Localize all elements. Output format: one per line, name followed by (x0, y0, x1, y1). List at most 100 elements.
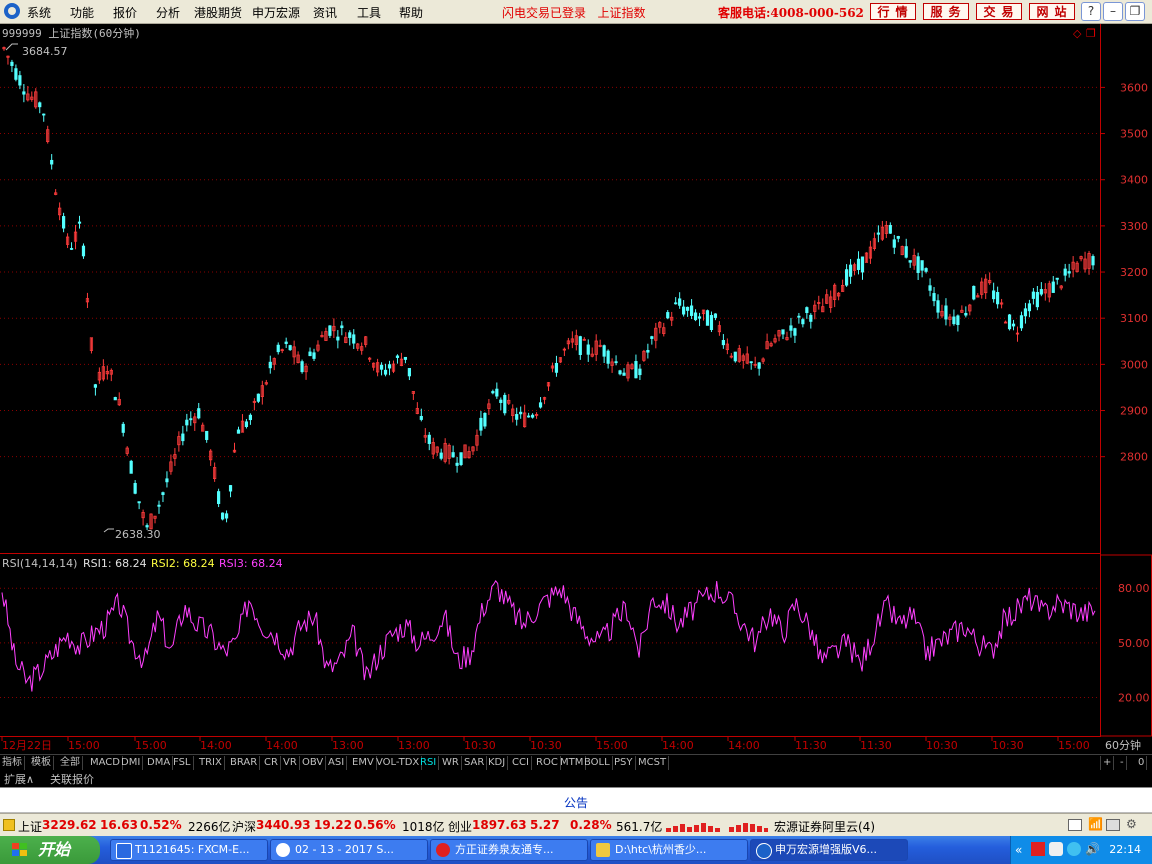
tray-volume-icon[interactable]: 🔊 (1085, 842, 1100, 856)
candle-body (801, 319, 805, 325)
candle-body (1055, 277, 1059, 280)
candle-body (483, 412, 487, 427)
menu-help[interactable]: 帮助 (399, 4, 423, 21)
indicator-tab-模板[interactable]: 模板 (29, 756, 54, 770)
candle-body (495, 388, 499, 397)
menu-system[interactable]: 系统 (27, 4, 51, 21)
indicator-tab-brar[interactable]: BRAR (228, 756, 261, 770)
app-logo-icon[interactable] (4, 3, 20, 19)
price-chart[interactable]: 999999 上证指数(60分钟) 3684.57 2638.30 ◇ ❐ (0, 24, 1100, 554)
hs-volume: 1018亿 (402, 820, 445, 834)
indicator-tab-全部[interactable]: 全部 (58, 756, 83, 770)
candle-body (789, 325, 793, 331)
indicator-tab-dma[interactable]: DMA (145, 756, 174, 770)
task-swhy[interactable]: 申万宏源增强版V6... (750, 839, 908, 861)
menu-swhy[interactable]: 申万宏源 (252, 4, 300, 21)
indicator-tab-kdj[interactable]: KDJ (486, 756, 509, 770)
related-quotes-tab[interactable]: 关联报价 (50, 771, 94, 787)
indicator-tab-boll[interactable]: BOLL (582, 756, 613, 770)
candle-body (403, 356, 408, 360)
candle-body (682, 306, 686, 315)
task-fxcm[interactable]: T1121645: FXCM-E... (110, 839, 268, 861)
candle-body (606, 350, 610, 364)
announcement-label[interactable]: 公告 (0, 794, 1152, 811)
indicator-tab-psy[interactable]: PSY (612, 756, 636, 770)
indicator-tab-vr[interactable]: VR (281, 756, 300, 770)
service-hotline: 客服电话:4008-000-562 (718, 6, 864, 20)
minimize-icon[interactable]: – (1103, 2, 1123, 21)
help-icon[interactable]: ? (1081, 2, 1101, 21)
menu-function[interactable]: 功能 (70, 4, 94, 21)
nav-service-button[interactable]: 服务 (923, 3, 969, 20)
indicator-tab-wr[interactable]: WR (440, 756, 462, 770)
nav-market-button[interactable]: 行情 (870, 3, 916, 20)
nav-website-button[interactable]: 网站 (1029, 3, 1075, 20)
indicator-tab-fsl[interactable]: FSL (171, 756, 194, 770)
rsi-chart[interactable]: RSI(14,14,14) RSI1: 68.24 RSI2: 68.24 RS… (0, 554, 1100, 737)
indicator-tab-obv[interactable]: OBV (300, 756, 327, 770)
announcement-bar[interactable]: 公告 (0, 787, 1152, 813)
task-founder[interactable]: 方正证券泉友通专... (430, 839, 588, 861)
server-name[interactable]: 宏源证券阿里云(4) (774, 818, 875, 835)
candle-body (805, 307, 809, 314)
tray-qq-icon[interactable] (1067, 842, 1081, 856)
diamond-icon[interactable]: ◇ (1073, 27, 1082, 40)
indicator-tab-roc[interactable]: ROC (534, 756, 561, 770)
candle-body (379, 364, 384, 370)
indicator-tab-sar[interactable]: SAR (462, 756, 488, 770)
tray-arrow-icon[interactable]: « (1015, 843, 1022, 857)
zoom-in-button[interactable]: + (1100, 756, 1115, 770)
rsi-axis-ticks: 80.00 50.00 20.00 (1118, 582, 1150, 704)
expand-tab[interactable]: 扩展∧ (4, 771, 34, 787)
indicator-tab-cci[interactable]: CCI (510, 756, 532, 770)
candle-body (519, 411, 523, 415)
candle-body (236, 429, 241, 434)
signal-icon[interactable]: 📶 (1088, 817, 1103, 831)
candle-body (14, 68, 18, 80)
zoom-reset-button[interactable]: 0 (1136, 756, 1148, 770)
hs-change: 19.22 (314, 818, 352, 832)
indicator-tab-macd[interactable]: MACD (88, 756, 123, 770)
screen-icon[interactable] (1106, 819, 1120, 831)
task-video[interactable]: 02 - 13 - 2017 S... (270, 839, 428, 861)
breadth-bar (743, 823, 748, 832)
candle-body (996, 292, 1000, 305)
period-label[interactable]: 60分钟 (1105, 738, 1141, 752)
indicator-tab-cr[interactable]: CR (262, 756, 281, 770)
window-toggle-icon[interactable]: ❐ (1086, 27, 1096, 40)
tray-app-icon[interactable] (1031, 842, 1045, 856)
tray-network-icon[interactable] (1049, 842, 1063, 856)
candle-body (956, 315, 960, 325)
candle-body (451, 452, 455, 458)
flash-trade-status[interactable]: 闪电交易已登录 上证指数 (502, 4, 645, 21)
candle-body (554, 362, 559, 373)
menu-analysis[interactable]: 分析 (156, 4, 180, 21)
zoom-out-button[interactable]: - (1118, 756, 1127, 770)
indicator-tab-mcst[interactable]: MCST (636, 756, 670, 770)
indicator-tab-指标[interactable]: 指标 (0, 756, 25, 770)
start-button[interactable]: 开始 (0, 836, 100, 864)
restore-icon[interactable]: ❐ (1125, 2, 1145, 21)
menu-quote[interactable]: 报价 (113, 4, 137, 21)
time-label: 10:30 (926, 739, 958, 752)
indicator-tab-asi[interactable]: ASI (326, 756, 348, 770)
lock-icon[interactable] (3, 819, 15, 831)
rsi-line (1, 580, 1096, 692)
indicator-tab-rsi[interactable]: RSI (418, 756, 440, 770)
notepad-icon[interactable] (1068, 819, 1082, 831)
nav-trade-button[interactable]: 交易 (976, 3, 1022, 20)
candle-body (793, 328, 797, 336)
indicator-tab-trix[interactable]: TRIX (197, 756, 225, 770)
indicator-tab-vol-tdx[interactable]: VOL-TDX (374, 756, 423, 770)
task-folder[interactable]: D:\htc\杭州香少... (590, 839, 748, 861)
candle-body (383, 369, 388, 375)
windows-logo-icon (12, 843, 27, 856)
time-label: 10:30 (530, 739, 562, 752)
menu-news[interactable]: 资讯 (313, 4, 337, 21)
menu-hk-futures[interactable]: 港股期货 (194, 4, 242, 21)
indicator-tab-emv[interactable]: EMV (350, 756, 377, 770)
indicator-tab-dmi[interactable]: DMI (119, 756, 144, 770)
candle-body (638, 368, 642, 376)
settings-gear-icon[interactable]: ⚙ (1126, 817, 1137, 831)
menu-tools[interactable]: 工具 (357, 4, 381, 21)
